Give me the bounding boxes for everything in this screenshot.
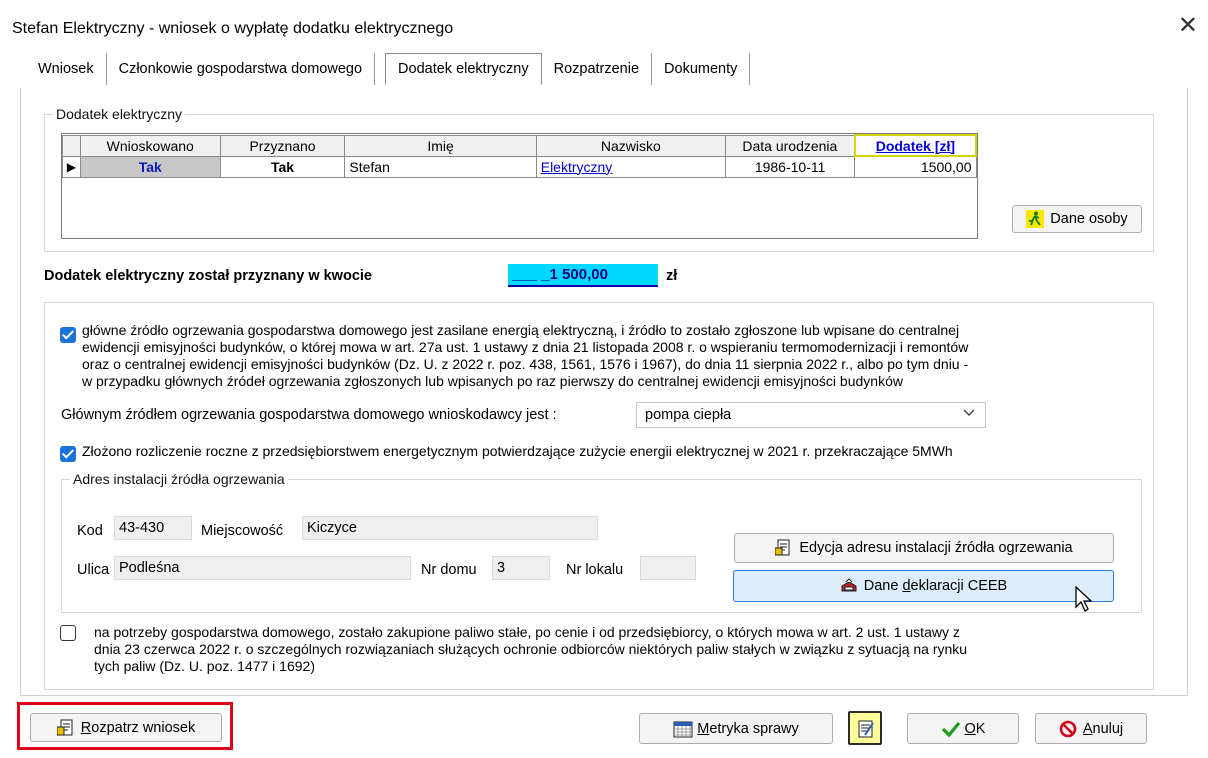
document-edit-icon [774, 539, 793, 557]
main-heating-line: ewidencji emisyjności budynków, o której… [82, 339, 969, 355]
solid-fuel-line: dnia 23 czerwca 2022 r. o szczególnych r… [94, 641, 968, 657]
tab-dodatek-elektryczny[interactable]: Dodatek elektryczny [385, 53, 542, 85]
settlement-label: Złożono rozliczenie roczne z przedsiębio… [82, 443, 953, 459]
current-row-indicator-icon: ▶ [62, 155, 81, 178]
award-amount-field[interactable]: ___ _1 500,00 [508, 264, 658, 287]
heating-source-select[interactable]: pompa ciepła [636, 402, 986, 428]
ceeb-label: Dane deklaracji CEEB [864, 578, 1007, 594]
ulica-field[interactable]: Podleśna [114, 556, 411, 580]
main-heating-checkbox[interactable] [60, 327, 76, 343]
table-row[interactable]: ▶ Tak Tak Stefan Elektryczny 1986-10-11 … [62, 155, 977, 178]
address-group-title: Adres instalacji źródła ogrzewania [73, 471, 285, 487]
cell-imie[interactable]: Stefan [344, 155, 537, 178]
col-dodatek[interactable]: Dodatek [zł] [853, 134, 978, 157]
main-heating-line: oraz o centralnej ewidencji emisyjności … [82, 356, 969, 372]
document-review-icon [56, 719, 75, 737]
col-wnioskowano[interactable]: Wnioskowano [79, 134, 221, 157]
rozpatrz-hotkey: R [80, 719, 92, 736]
edit-address-button[interactable]: Edycja adresu instalacji źródła ogrzewan… [734, 533, 1114, 563]
rozpatrz-wniosek-button[interactable]: Rozpatrz wniosek [30, 713, 222, 742]
nr-lokalu-label: Nr lokalu [566, 562, 624, 578]
main-heating-text: główne źródło ogrzewania gospodarstwa do… [82, 322, 968, 390]
heating-source-label: Głównym źródłem ogrzewania gospodarstwa … [61, 407, 557, 423]
dodatek-group-title: Dodatek elektryczny [56, 106, 183, 122]
kod-label: Kod [77, 523, 103, 539]
col-przyznano[interactable]: Przyznano [219, 134, 346, 157]
award-label: Dodatek elektryczny został przyznany w k… [44, 268, 372, 284]
checkmark-icon [941, 720, 960, 738]
main-heating-line: główne źródło ogrzewania gospodarstwa do… [82, 322, 960, 338]
solid-fuel-checkbox[interactable] [60, 625, 76, 641]
metryka-label: Metryka sprawy [697, 721, 799, 737]
ok-button[interactable]: OK [907, 713, 1019, 744]
miejscowosc-field[interactable]: Kiczyce [302, 516, 598, 540]
printer-icon [840, 577, 858, 595]
chevron-down-icon [963, 406, 975, 421]
dane-osoby-button[interactable]: Dane osoby [1012, 205, 1142, 233]
tab-dokumenty[interactable]: Dokumenty [652, 53, 751, 85]
solid-fuel-line: na potrzeby gospodarstwa domowego, zosta… [94, 624, 960, 640]
cancel-icon [1059, 720, 1077, 738]
col-imie[interactable]: Imię [344, 134, 537, 157]
ok-rest: K [975, 720, 986, 737]
kod-field[interactable]: 43-430 [114, 516, 192, 540]
nr-lokalu-field[interactable] [640, 556, 696, 580]
ceeb-label-pre: Dane [863, 578, 903, 594]
cell-data-urodzenia[interactable]: 1986-10-11 [724, 155, 856, 178]
ceeb-label-post: eklaracji CEEB [910, 578, 1008, 594]
cell-przyznano[interactable]: Tak [219, 155, 346, 178]
heating-source-value: pompa ciepła [645, 407, 732, 423]
nazwisko-link[interactable]: Elektryczny [541, 159, 613, 175]
row-indicator-header [62, 134, 81, 157]
col-nazwisko[interactable]: Nazwisko [535, 134, 726, 157]
metryka-hotkey: M [697, 720, 710, 737]
metryka-rest: etryka sprawy [709, 720, 799, 737]
settlement-checkbox[interactable] [60, 446, 76, 462]
tab-wniosek[interactable]: Wniosek [26, 53, 107, 85]
nr-domu-field[interactable]: 3 [492, 556, 550, 580]
award-currency: zł [666, 268, 678, 284]
anuluj-rest: nuluj [1092, 720, 1124, 737]
person-run-icon [1026, 210, 1045, 228]
calendar-icon [673, 720, 693, 738]
ceeb-label-hotkey: d [902, 578, 911, 594]
mouse-cursor-icon [1074, 585, 1096, 617]
ok-label: OK [965, 721, 986, 737]
main-heating-line: w przypadku głównych źródeł ogrzewania z… [82, 373, 903, 389]
members-grid[interactable]: Wnioskowano Przyznano Imię Nazwisko Data… [61, 133, 978, 239]
ceeb-button[interactable]: Dane deklaracji CEEB [733, 570, 1114, 602]
anuluj-button[interactable]: Anuluj [1035, 713, 1147, 744]
rozpatrz-rest: ozpatrz wniosek [91, 719, 196, 736]
miejscowosc-label: Miejscowość [201, 523, 284, 539]
tab-bar: Wniosek Członkowie gospodarstwa domowego… [26, 53, 751, 87]
dane-osoby-label: Dane osoby [1050, 211, 1128, 227]
edit-address-label: Edycja adresu instalacji źródła ogrzewan… [799, 540, 1073, 556]
solid-fuel-text: na potrzeby gospodarstwa domowego, zosta… [94, 624, 967, 675]
window-title: Stefan Elektryczny - wniosek o wypłatę d… [12, 20, 454, 37]
nr-domu-label: Nr domu [421, 562, 477, 578]
col-data-urodzenia[interactable]: Data urodzenia [724, 134, 856, 157]
solid-fuel-line: tych paliw (Dz. U. poz. 1477 i 1692) [94, 658, 315, 674]
cell-wnioskowano[interactable]: Tak [79, 155, 221, 178]
close-icon[interactable]: ✕ [1178, 14, 1198, 38]
notes-button[interactable] [848, 711, 882, 745]
ulica-label: Ulica [77, 562, 110, 578]
ok-hotkey: O [964, 720, 976, 737]
metryka-sprawy-button[interactable]: Metryka sprawy [639, 713, 833, 744]
cell-nazwisko[interactable]: Elektryczny [535, 155, 726, 178]
grid-header-row: Wnioskowano Przyznano Imię Nazwisko Data… [62, 134, 978, 157]
rozpatrz-label: Rozpatrz wniosek [81, 720, 195, 736]
tab-czlonkowie[interactable]: Członkowie gospodarstwa domowego [107, 53, 376, 85]
notepad-icon [856, 719, 874, 738]
cell-dodatek[interactable]: 1500,00 [854, 155, 977, 178]
anuluj-hotkey: A [1082, 720, 1093, 737]
anuluj-label: Anuluj [1083, 721, 1123, 737]
tab-rozpatrzenie[interactable]: Rozpatrzenie [542, 53, 653, 85]
